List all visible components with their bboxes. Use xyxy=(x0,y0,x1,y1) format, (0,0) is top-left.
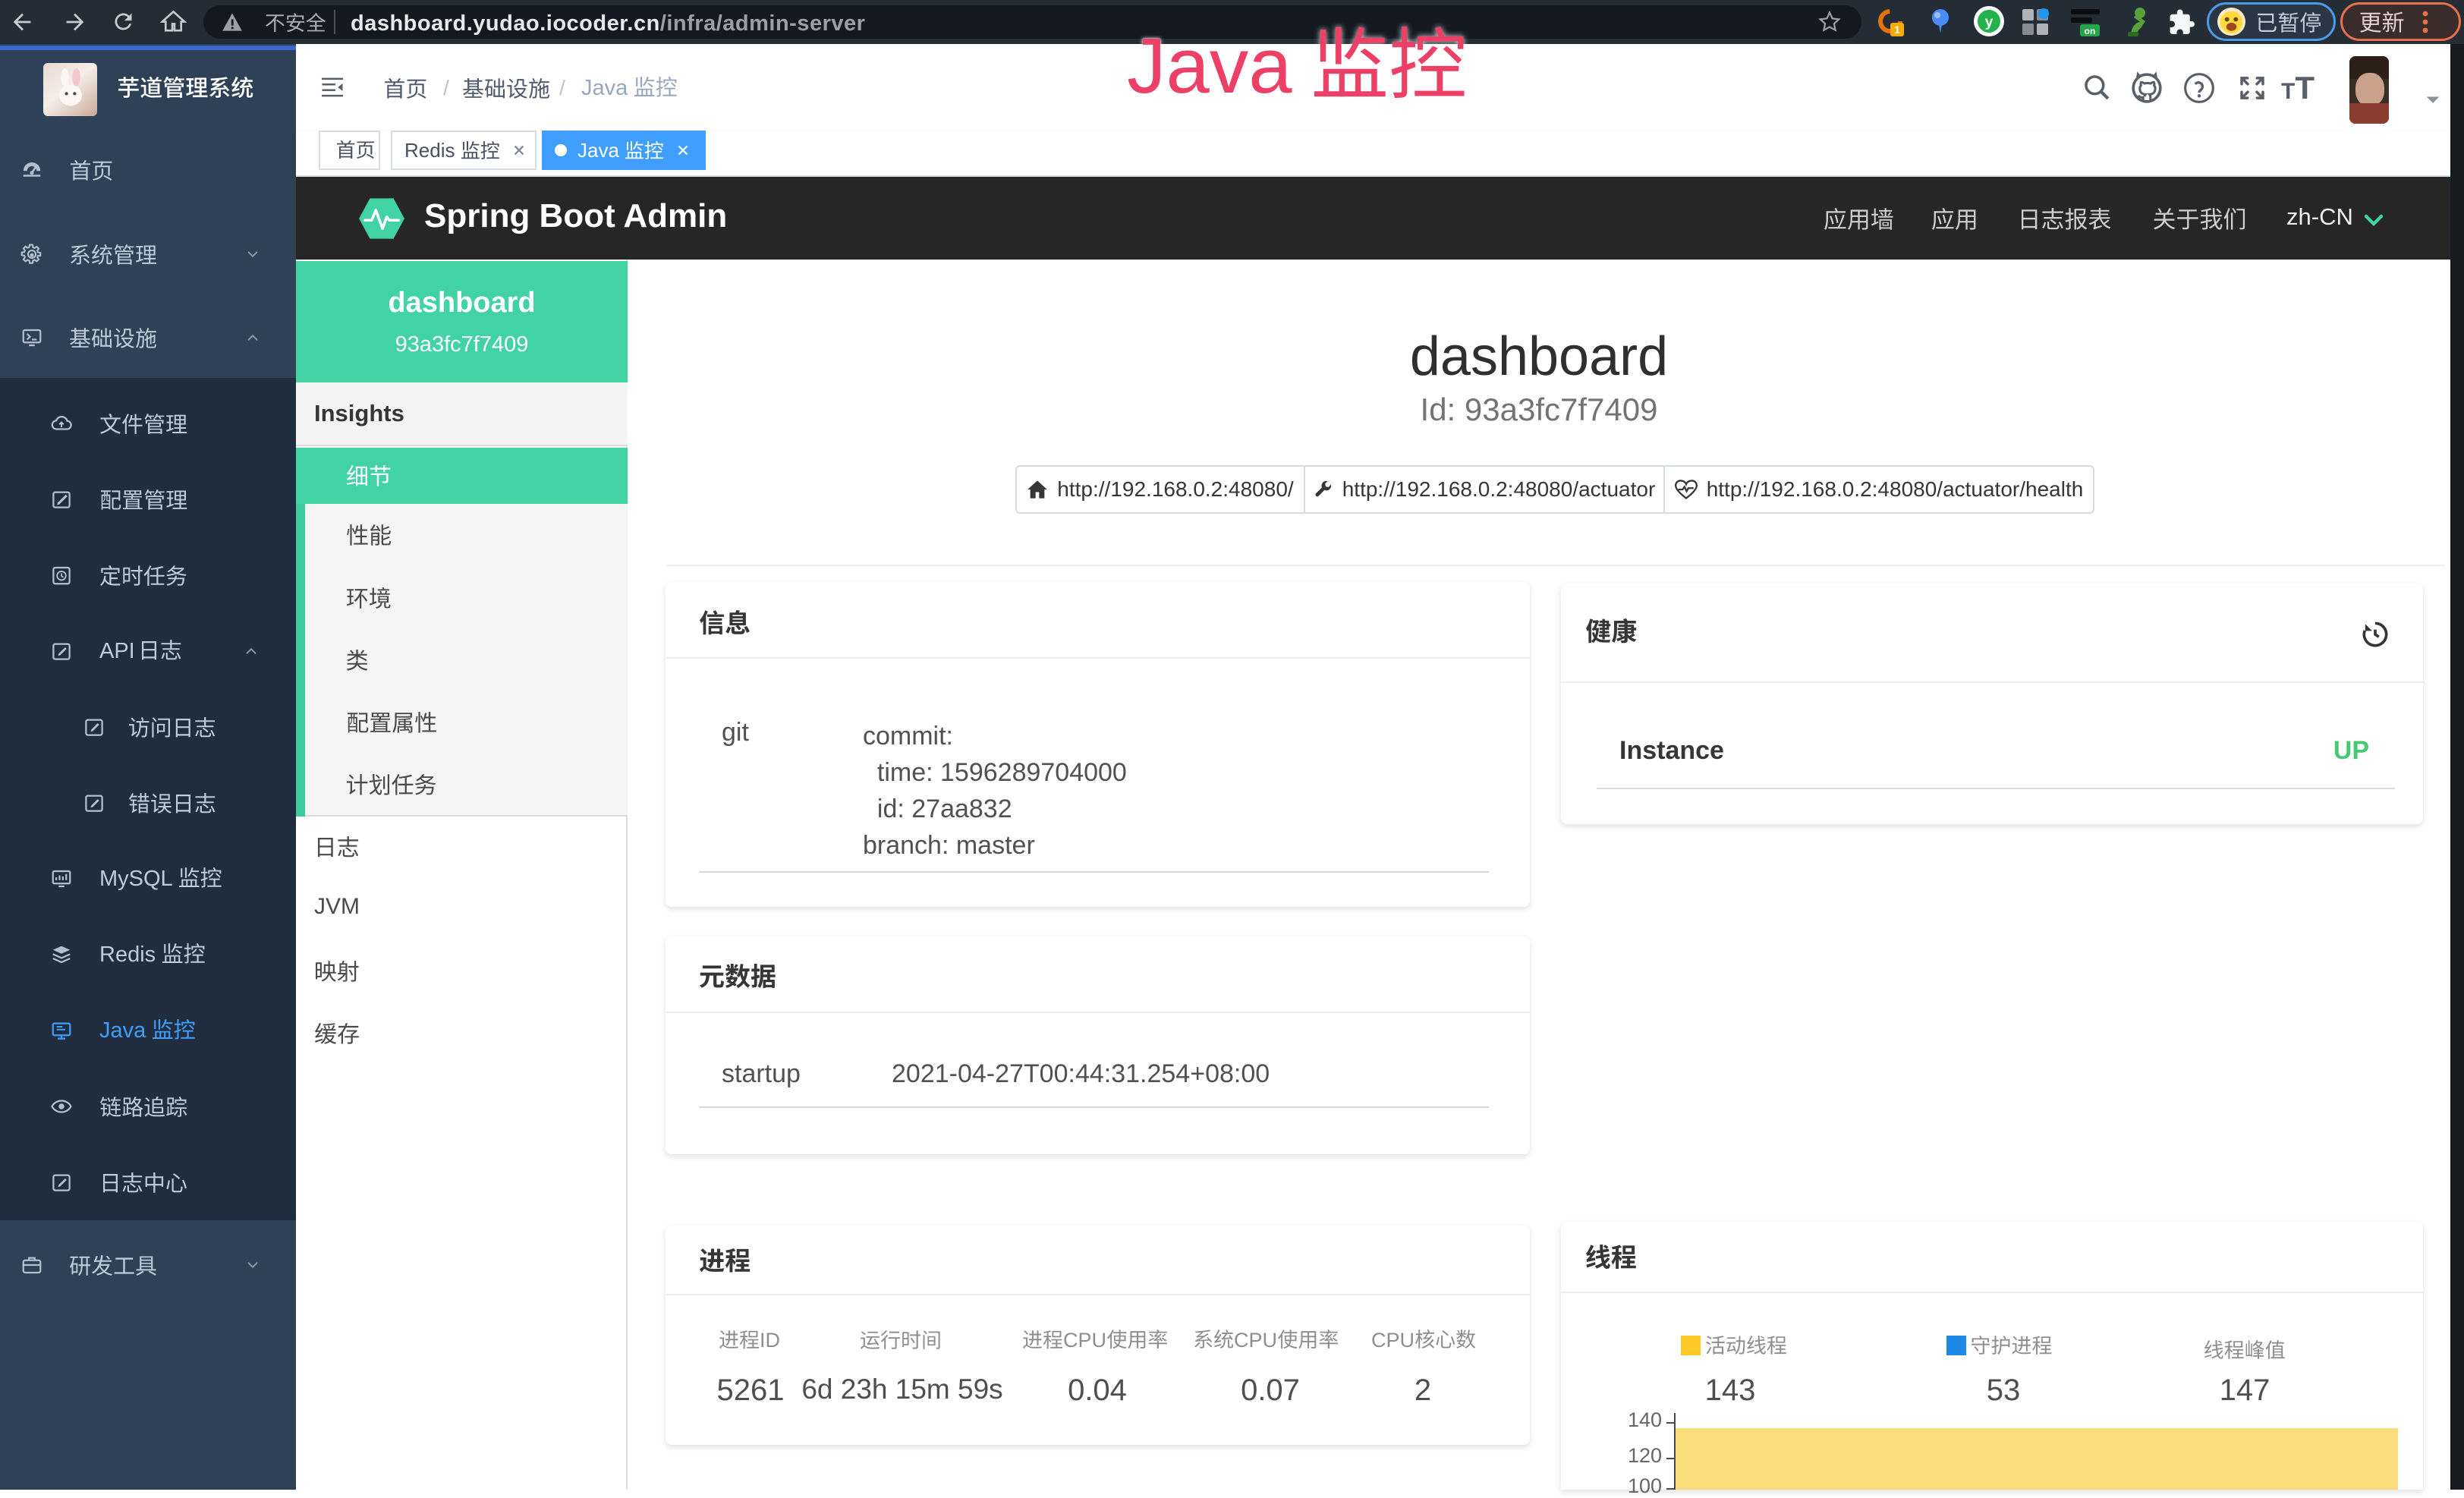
svg-text:on: on xyxy=(2085,26,2096,36)
svg-text:y: y xyxy=(1985,14,1994,30)
svg-text:1: 1 xyxy=(1894,24,1900,36)
